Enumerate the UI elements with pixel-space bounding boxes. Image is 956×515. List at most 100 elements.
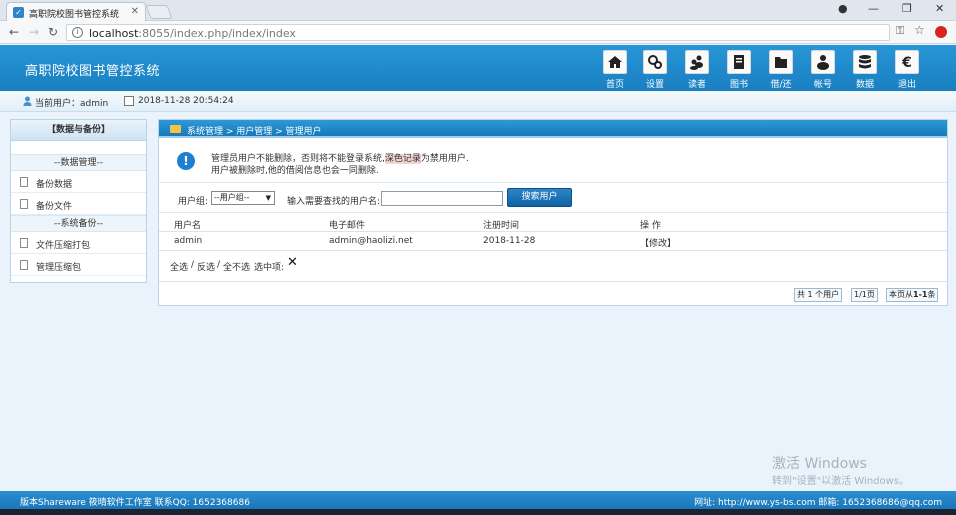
sidebar-item-backup-files[interactable]: 备份文件 — [11, 193, 146, 215]
back-icon[interactable]: ← — [9, 25, 19, 39]
range-suffix: 条 — [927, 290, 936, 299]
select-all-link[interactable]: 全选 — [170, 260, 188, 273]
footer: 版本Shareware 筱晴软件工作室 联系QQ: 1652368686 网址:… — [0, 491, 956, 509]
minimize-icon[interactable]: — — [868, 2, 879, 15]
table-header: 用户名 电子邮件 注册时间 操 作 — [159, 213, 947, 232]
database-icon — [859, 55, 871, 69]
total-users-badge: 共 1 个用户 — [794, 288, 843, 302]
profile-icon[interactable]: ● — [838, 2, 848, 15]
url-text: localhost:8055/index.php/index/index — [89, 27, 296, 40]
sidebar-item-backup-data[interactable]: 备份数据 — [11, 171, 146, 193]
user-group-selected: --用户组-- — [214, 193, 250, 202]
user-group-select[interactable]: --用户组-- ▼ — [211, 191, 275, 205]
dropdown-arrow-icon: ▼ — [265, 194, 271, 202]
browser-tab[interactable]: ✓ 高职院校图书管控系统 ✕ — [6, 2, 146, 21]
nav-home[interactable]: 首页 — [598, 50, 632, 90]
site-favicon-icon: ✓ — [13, 7, 24, 18]
notice-box: ! 管理员用户不能删除，否则将不能登录系统,深色记录为禁用用户. 用户被删除时,… — [159, 138, 947, 183]
table-row[interactable]: admin admin@haolizi.net 2018-11-28 【修改】 — [159, 232, 947, 251]
nav-borrow-return[interactable]: 借/还 — [764, 50, 798, 90]
nav-label: 读者 — [687, 80, 706, 90]
forward-icon[interactable]: → — [29, 25, 39, 39]
info-icon[interactable]: i — [72, 27, 83, 38]
search-users-button[interactable]: 搜索用户 — [507, 188, 572, 207]
column-header-registered: 注册时间 — [483, 221, 520, 231]
app-title: 高职院校图书管控系统 — [25, 64, 161, 79]
sidebar-item-compress-files[interactable]: 文件压缩打包 — [11, 232, 146, 254]
document-icon — [20, 260, 28, 270]
document-icon — [20, 238, 28, 248]
separator: / — [191, 260, 195, 270]
current-user-text: 当前用户：admin — [35, 99, 109, 109]
document-icon — [20, 199, 28, 209]
activation-watermark-subtitle: 转到"设置"以激活 Windows。 — [772, 476, 910, 487]
nav-account[interactable]: 帐号 — [806, 50, 840, 90]
nav-books[interactable]: 图书 — [722, 50, 756, 90]
tab-close-icon[interactable]: ✕ — [131, 6, 139, 17]
nav-label: 帐号 — [813, 80, 832, 90]
footer-left: 版本Shareware 筱晴软件工作室 联系QQ: 1652368686 — [20, 498, 250, 508]
nav-settings[interactable]: 设置 — [638, 50, 672, 90]
nav-label: 设置 — [645, 80, 664, 90]
close-window-icon[interactable]: ✕ — [935, 2, 944, 15]
os-taskbar — [0, 509, 956, 515]
delete-selected-icon[interactable]: ✕ — [287, 255, 298, 270]
reload-icon[interactable]: ↻ — [48, 25, 58, 39]
breadcrumb: 系统管理 > 用户管理 > 管理用户 — [187, 127, 322, 137]
sidebar-item-label: 管理压缩包 — [36, 263, 82, 273]
nav-data[interactable]: 数据 — [848, 50, 882, 90]
sidebar-group-data-management: --数据管理-- — [11, 154, 146, 171]
nav-label: 退出 — [897, 80, 916, 90]
panel-header: 系统管理 > 用户管理 > 管理用户 — [159, 120, 947, 138]
user-info-bar: 当前用户：admin 2018-11-28 20:54:24 — [0, 91, 956, 112]
settings-icon — [648, 55, 662, 69]
extension-icon[interactable] — [935, 26, 947, 38]
sidebar-item-label: 文件压缩打包 — [36, 241, 91, 251]
page-range: 本页从1-1条 — [886, 288, 939, 302]
account-icon — [817, 55, 829, 70]
bulk-actions: 全选 / 反选 / 全不选 选中项: ✕ — [159, 251, 947, 275]
search-form: 用户组: --用户组-- ▼ 输入需要查找的用户名: 搜索用户 — [159, 183, 947, 213]
nav-label: 数据 — [855, 80, 874, 90]
svg-text:€: € — [901, 55, 912, 70]
address-bar[interactable]: i localhost:8055/index.php/index/index — [66, 24, 890, 41]
book-icon — [734, 55, 744, 69]
document-icon — [20, 177, 28, 187]
calendar-icon — [124, 96, 134, 106]
column-header-actions: 操 作 — [640, 221, 661, 231]
maximize-icon[interactable]: ❐ — [902, 2, 912, 15]
pagination: 共 1 个用户 1/1页 本页从1-1条 — [159, 281, 947, 307]
edit-link[interactable]: 【修改】 — [640, 236, 676, 249]
sidebar-item-manage-archives[interactable]: 管理压缩包 — [11, 254, 146, 276]
notice-line-2: 用户被删除时,他的借阅信息也会一同删除. — [211, 166, 379, 176]
sidebar-group-system-backup: --系统备份-- — [11, 215, 146, 232]
notice-highlight: 深色记录 — [384, 154, 421, 164]
bookmark-star-icon[interactable]: ☆ — [914, 23, 925, 37]
user-group-label: 用户组: — [178, 197, 209, 207]
nav-exit[interactable]: € 退出 — [890, 50, 924, 90]
exit-icon: € — [901, 55, 912, 70]
footer-right: 网址: http://www.ys-bs.com 邮箱: 1652368686@… — [694, 498, 942, 508]
nav-label: 首页 — [605, 80, 624, 90]
sidebar-item-label: 备份数据 — [36, 180, 73, 190]
new-tab-button[interactable] — [145, 5, 173, 19]
selected-items-label: 选中项: — [254, 263, 285, 273]
nav-readers[interactable]: 读者 — [680, 50, 714, 90]
sidebar-item-label: 备份文件 — [36, 202, 73, 212]
user-icon — [23, 96, 32, 106]
page-indicator: 1/1页 — [851, 288, 878, 302]
nav-label: 图书 — [729, 80, 748, 90]
invert-selection-link[interactable]: 反选 — [197, 260, 215, 273]
datetime-text: 2018-11-28 20:54:24 — [138, 96, 234, 106]
key-icon[interactable]: ⚿ — [896, 24, 904, 38]
activation-watermark-title: 激活 Windows — [772, 456, 867, 472]
select-none-link[interactable]: 全不选 — [223, 260, 250, 273]
folder-icon — [170, 125, 181, 133]
cell-email: admin@haolizi.net — [329, 236, 413, 246]
url-host: localhost — [89, 27, 139, 40]
username-search-input[interactable] — [381, 191, 503, 206]
info-alert-icon: ! — [177, 152, 195, 170]
range-prefix: 本页从 — [889, 290, 913, 299]
app-header: 高职院校图书管控系统 首页 设置 读者 图书 借/还 帐号 数据 € 退出 — [0, 45, 956, 91]
readers-icon — [690, 55, 703, 70]
